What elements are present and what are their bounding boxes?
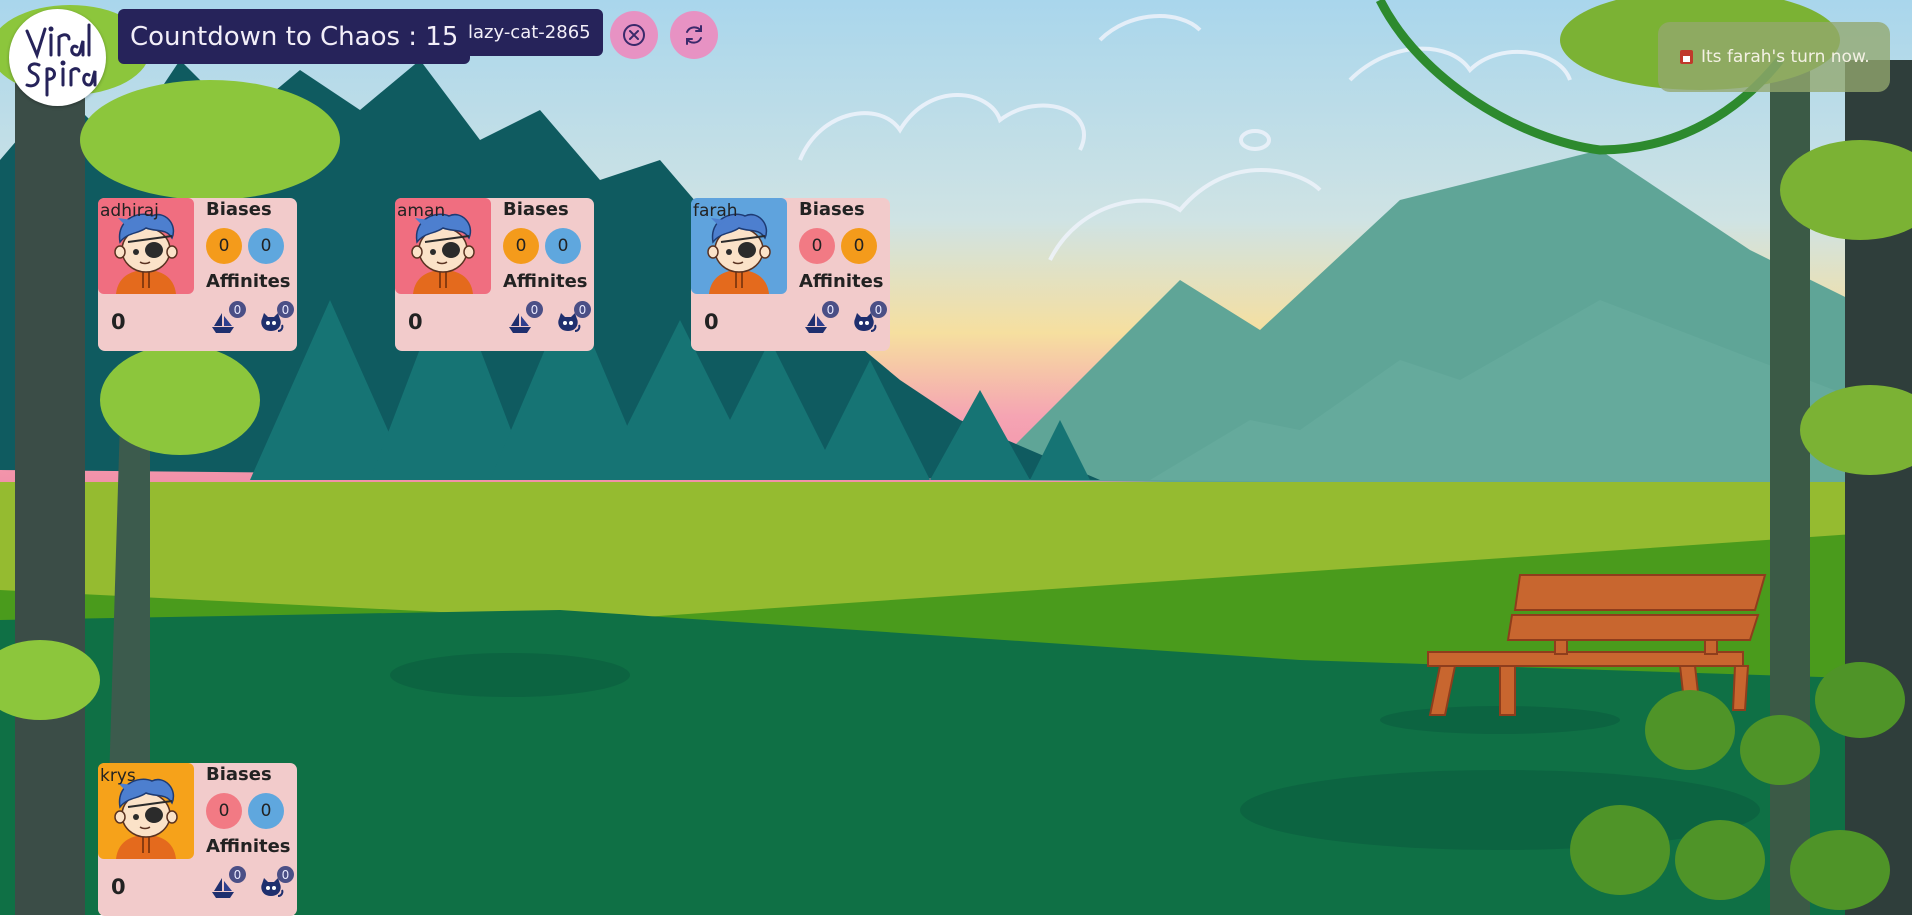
room-name: lazy-cat-2865 <box>468 22 591 43</box>
bias-chip: 0 <box>799 228 835 264</box>
avatar: adhiraj <box>98 198 194 294</box>
refresh-icon <box>686 25 702 45</box>
affinity-count: 0 <box>574 301 591 318</box>
bias-chip: 0 <box>248 793 284 829</box>
boat-affinity: 0 <box>803 301 839 335</box>
turn-notification-text: Its farah's turn now. <box>1701 47 1870 67</box>
countdown-title: Countdown to Chaos : 15 <box>118 9 471 64</box>
affinity-count: 0 <box>526 301 543 318</box>
affinities-heading: Affinites <box>206 836 291 857</box>
affinity-count: 0 <box>229 301 246 318</box>
avatar: aman <box>395 198 491 294</box>
player-name: krys <box>100 766 136 786</box>
bias-chip: 0 <box>841 228 877 264</box>
player-card-farah: farah Biases 0 0 Affinites 0 0 0 <box>691 198 890 351</box>
boat-affinity: 0 <box>507 301 543 335</box>
bias-chip: 0 <box>503 228 539 264</box>
avatar: farah <box>691 198 787 294</box>
bias-chip: 0 <box>545 228 581 264</box>
cat-affinity: 0 <box>851 301 887 335</box>
player-score: 0 <box>704 310 719 334</box>
room-name-badge: lazy-cat-2865 <box>456 9 603 56</box>
viral-spiral-logo <box>9 9 106 106</box>
player-name: farah <box>693 201 738 221</box>
player-score: 0 <box>111 310 126 334</box>
biases-heading: Biases <box>206 764 272 785</box>
refresh-button[interactable] <box>670 11 718 59</box>
biases-heading: Biases <box>503 199 569 220</box>
cat-affinity: 0 <box>258 301 294 335</box>
affinities-heading: Affinites <box>503 271 588 292</box>
boat-affinity: 0 <box>210 866 246 900</box>
logo-mark <box>25 23 97 97</box>
close-game-button[interactable] <box>610 11 658 59</box>
player-name: aman <box>397 201 446 221</box>
player-score: 0 <box>111 875 126 899</box>
turn-notification: Its farah's turn now. <box>1658 22 1890 92</box>
player-card-krys: krys Biases 0 0 Affinites 0 0 0 <box>98 763 297 916</box>
affinity-count: 0 <box>277 866 294 883</box>
boat-affinity: 0 <box>210 301 246 335</box>
affinities-heading: Affinites <box>206 271 291 292</box>
biases-heading: Biases <box>206 199 272 220</box>
cat-affinity: 0 <box>555 301 591 335</box>
avatar: krys <box>98 763 194 859</box>
countdown-label: Countdown to Chaos : 15 <box>130 21 459 52</box>
bias-chip: 0 <box>248 228 284 264</box>
affinities-heading: Affinites <box>799 271 884 292</box>
affinity-count: 0 <box>870 301 887 318</box>
affinity-count: 0 <box>229 866 246 883</box>
player-card-adhiraj: adhiraj Biases 0 0 Affinites 0 0 0 <box>98 198 297 351</box>
biases-heading: Biases <box>799 199 865 220</box>
player-card-aman: aman Biases 0 0 Affinites 0 0 0 <box>395 198 594 351</box>
bell-icon <box>1680 50 1693 64</box>
circle-x-icon <box>623 24 645 46</box>
bias-chip: 0 <box>206 793 242 829</box>
affinity-count: 0 <box>822 301 839 318</box>
cat-affinity: 0 <box>258 866 294 900</box>
player-score: 0 <box>408 310 423 334</box>
affinity-count: 0 <box>277 301 294 318</box>
bias-chip: 0 <box>206 228 242 264</box>
player-name: adhiraj <box>100 201 159 221</box>
